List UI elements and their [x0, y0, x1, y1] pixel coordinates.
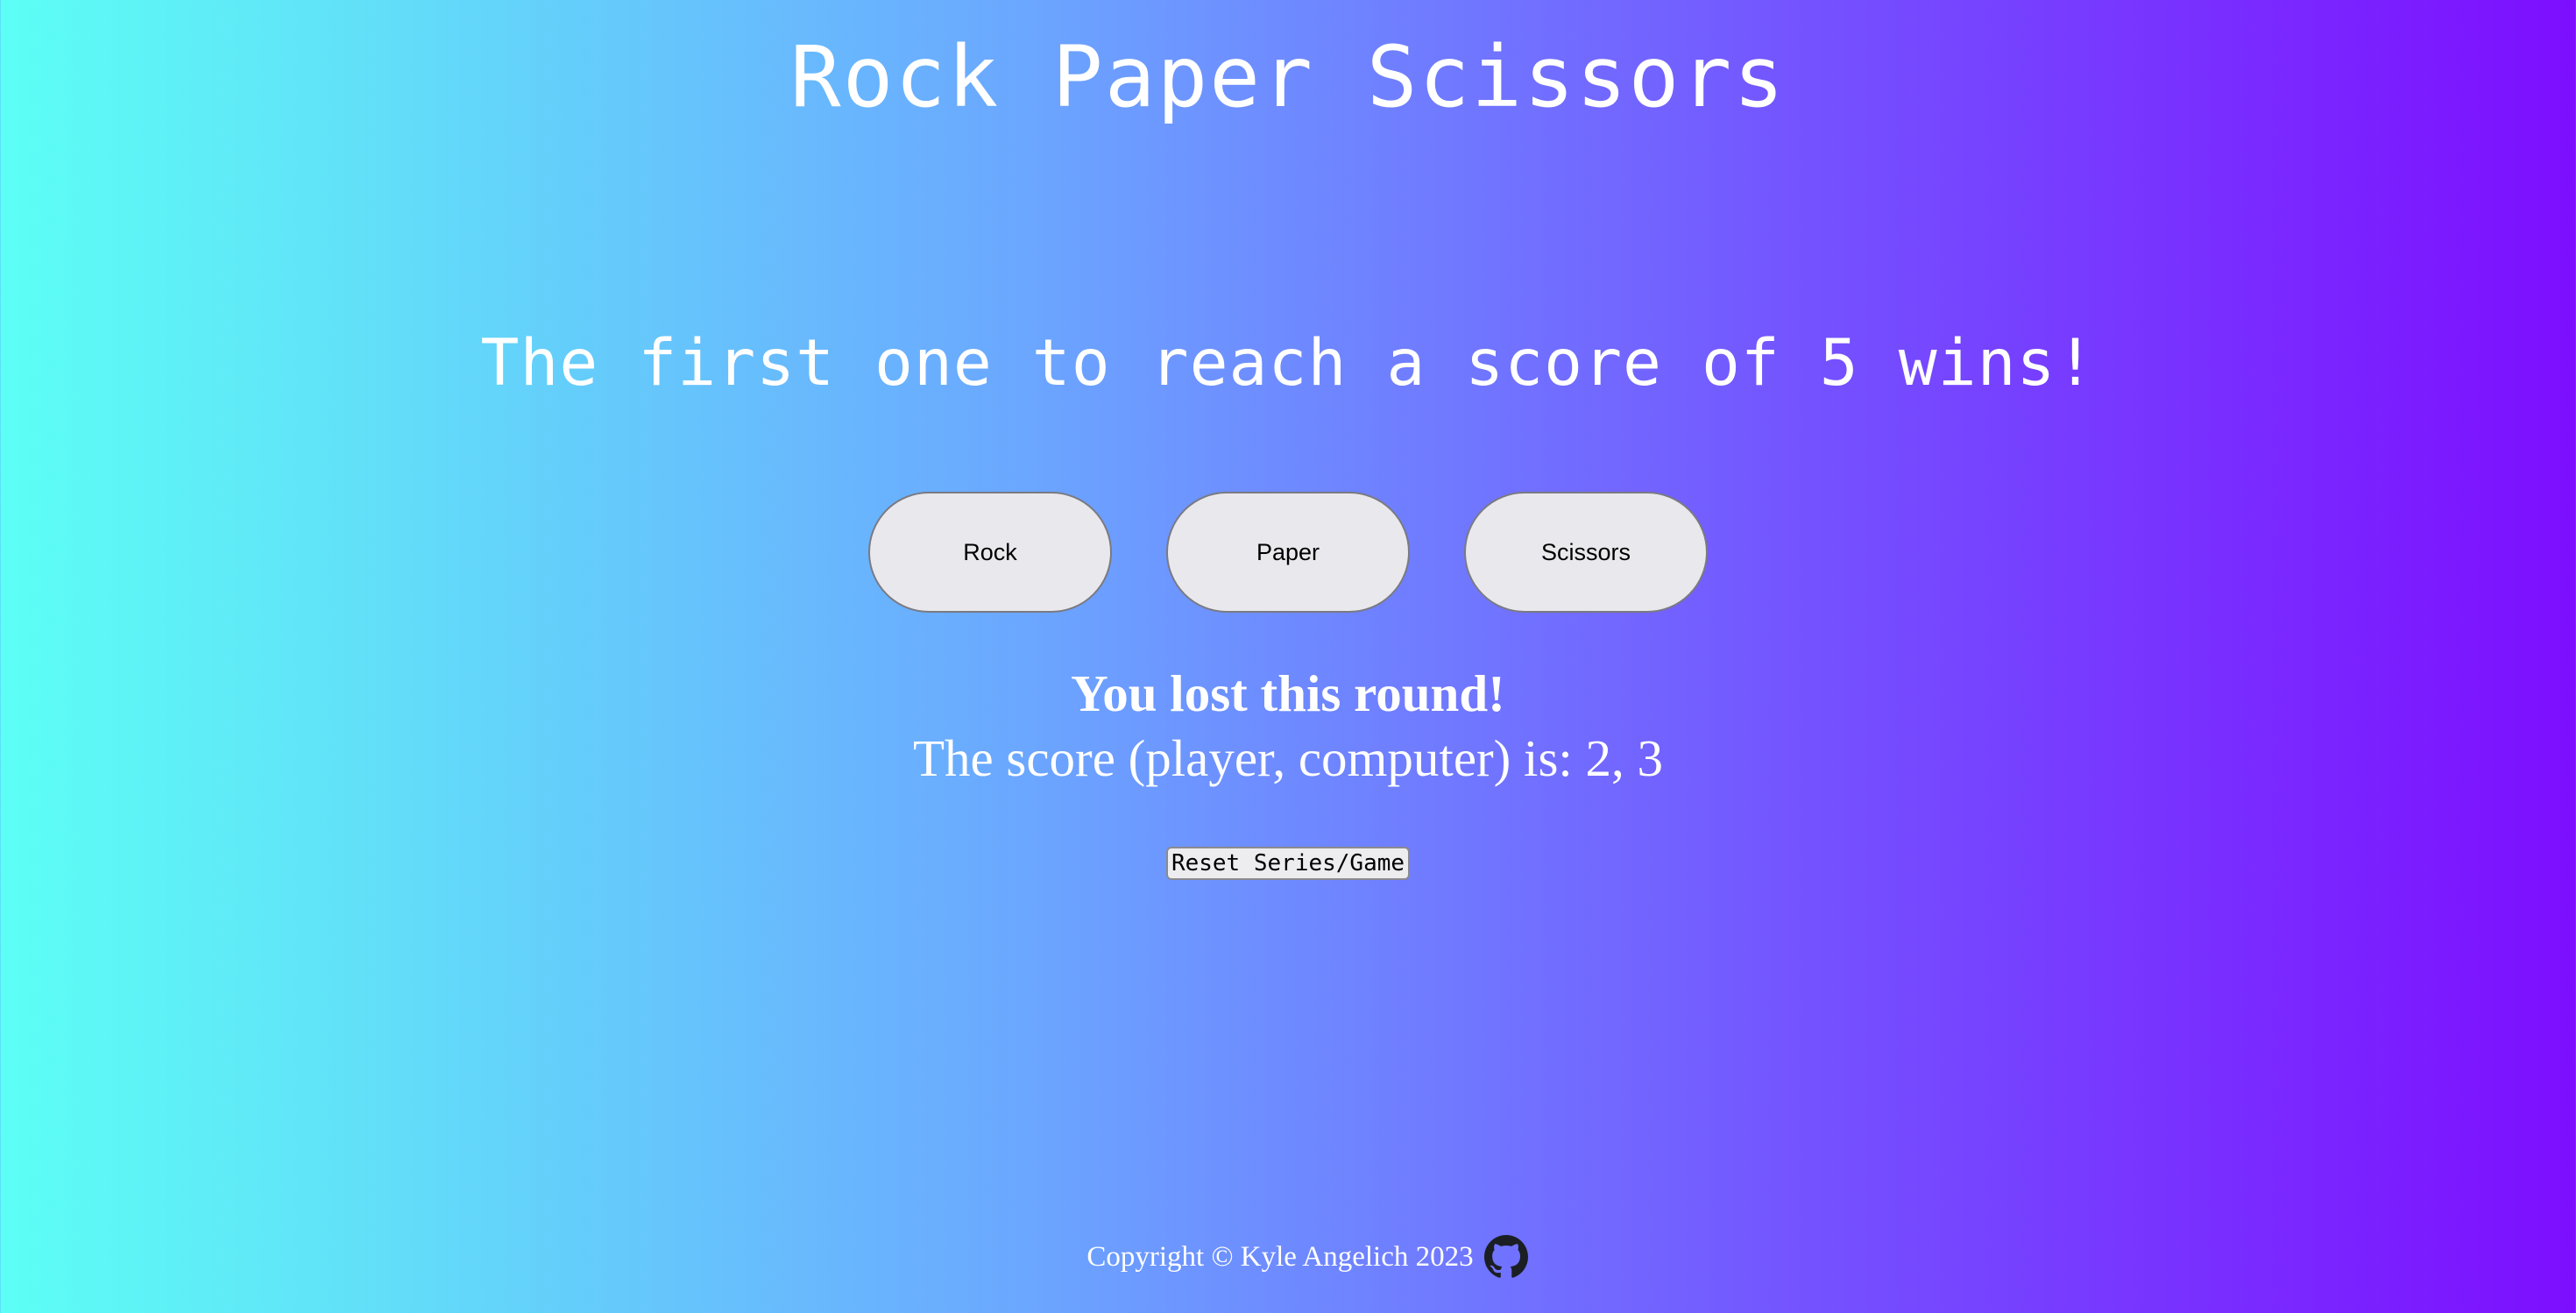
rock-button[interactable]: Rock [868, 492, 1112, 613]
github-icon[interactable] [1483, 1235, 1528, 1279]
scissors-button[interactable]: Scissors [1464, 492, 1708, 613]
game-rules-subtitle: The first one to reach a score of 5 wins… [480, 326, 2096, 401]
reset-series-button[interactable]: Reset Series/Game [1165, 847, 1411, 880]
copyright-text: Copyright © Kyle Angelich 2023 [1086, 1241, 1474, 1273]
score-text: The score (player, computer) is: 2, 3 [912, 729, 1664, 787]
footer: Copyright © Kyle Angelich 2023 [19, 1231, 2576, 1283]
round-result-text: You lost this round! [1071, 664, 1505, 722]
paper-button[interactable]: Paper [1166, 492, 1410, 613]
page-title: Rock Paper Scissors [789, 28, 1787, 126]
reset-container: Reset Series/Game [0, 847, 2576, 880]
choice-buttons-group: Rock Paper Scissors [0, 492, 2576, 613]
